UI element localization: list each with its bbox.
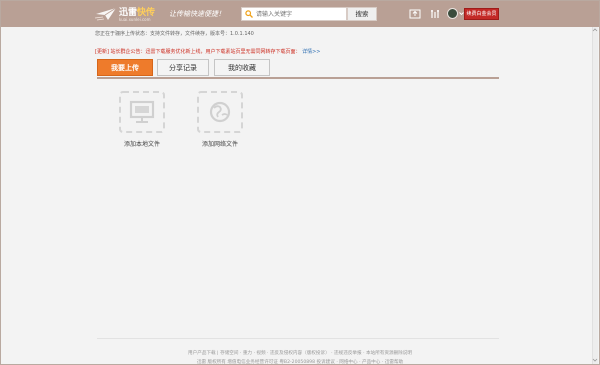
scroll-up-icon[interactable] xyxy=(592,27,598,33)
search-box[interactable] xyxy=(241,7,347,21)
tools-icon[interactable] xyxy=(429,8,441,20)
paper-plane-icon xyxy=(95,7,117,21)
add-local-file-label: 添加本地文件 xyxy=(123,141,160,148)
status-notice: 您正在于骊序上传状态：支持文件转存，文件续存，版本号：1.0.1.140 xyxy=(95,31,254,37)
search-input[interactable] xyxy=(256,9,344,19)
footer-divider xyxy=(97,338,499,339)
slogan: 让传输快速便捷！ xyxy=(169,10,225,18)
footer-links[interactable]: 用户产品下载 | 存储空间 · 重力 · 视频 · 违反及侵权内容（版权投诉） … xyxy=(1,350,599,356)
brand-domain: kuai.xunlei.com xyxy=(119,17,151,22)
add-network-file-button[interactable]: 添加网络文件 xyxy=(197,91,243,151)
avatar[interactable] xyxy=(447,8,458,19)
footer-copyright: 迅雷 版权所有 增值电信业务经营许可证 粤B2-20050898 投诉建议 · … xyxy=(196,360,404,365)
upload-icon[interactable] xyxy=(409,8,421,20)
tab-bar: 我要上传 分享记录 我的收藏 xyxy=(97,59,499,79)
header-bar: 迅雷快传 kuai.xunlei.com 让传输快速便捷！ 搜索 续费白金会员 xyxy=(1,1,599,27)
globe-icon xyxy=(197,91,243,133)
app-window: 迅雷快传 kuai.xunlei.com 让传输快速便捷！ 搜索 续费白金会员 … xyxy=(0,0,600,365)
vip-renew-button[interactable]: 续费白金会员 xyxy=(464,8,499,20)
monitor-icon xyxy=(119,91,165,133)
alert-more-link[interactable]: 详情>> xyxy=(302,49,320,55)
alert-bar: [更新] 站长群企公告：迅雷下载服务优化新上线，用户下载素站页里无需同网转存下载… xyxy=(95,48,320,55)
search-button[interactable]: 搜索 xyxy=(347,7,377,21)
tab-favorites[interactable]: 我的收藏 xyxy=(214,59,270,76)
alert-text: [更新] 站长群企公告：迅雷下载服务优化新上线，用户下载素站页里无需同网转存下载… xyxy=(95,49,301,55)
logo[interactable]: 迅雷快传 kuai.xunlei.com xyxy=(95,4,165,24)
tab-share-history[interactable]: 分享记录 xyxy=(157,59,209,76)
add-network-file-label: 添加网络文件 xyxy=(201,141,238,148)
search-icon xyxy=(245,10,253,18)
scrollbar[interactable] xyxy=(592,27,598,364)
add-local-file-button[interactable]: 添加本地文件 xyxy=(119,91,165,151)
tab-upload[interactable]: 我要上传 xyxy=(97,59,153,76)
scroll-down-icon[interactable] xyxy=(592,357,598,363)
